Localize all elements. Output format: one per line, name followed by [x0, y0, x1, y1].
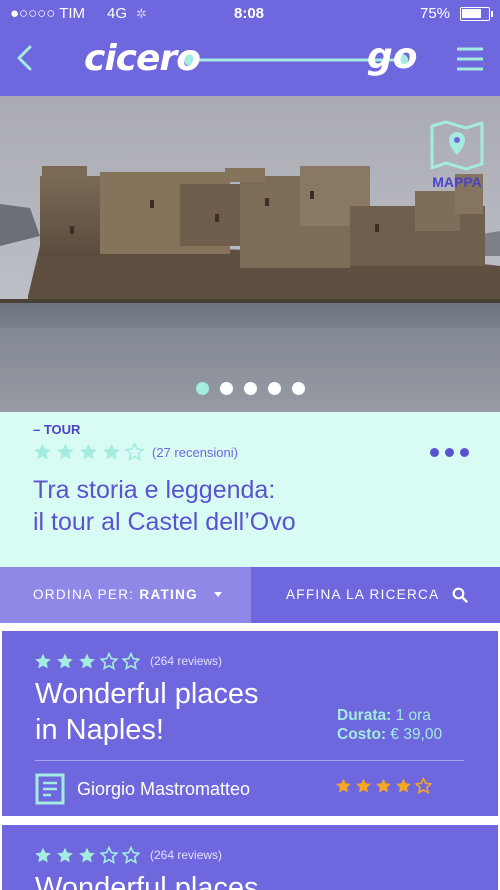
card-title-line-1: Wonderful places: [35, 872, 259, 890]
carousel-dot-1[interactable]: [196, 382, 209, 395]
star-filled-icon: [34, 443, 51, 460]
tour-info-panel: – TOUR (27 recensioni) Tra storia e legg…: [0, 412, 500, 567]
star-filled-icon: [79, 653, 95, 669]
map-label: MAPPA: [432, 174, 482, 190]
card-rating: [34, 651, 141, 672]
star-filled-icon: [376, 778, 391, 793]
card-title-line-1: Wonderful places: [35, 678, 259, 710]
chevron-left-icon[interactable]: [10, 40, 42, 76]
star-filled-icon: [396, 778, 411, 793]
star-empty-icon: [99, 651, 119, 670]
tour-tag: – TOUR: [33, 422, 81, 437]
document-icon: [35, 773, 65, 805]
map-button[interactable]: MAPPA: [420, 120, 494, 192]
author-rating: [335, 776, 433, 795]
tour-rating: [33, 441, 145, 464]
star-filled-icon: [79, 847, 95, 863]
star-filled-icon: [35, 653, 51, 669]
star-filled-icon: [57, 847, 73, 863]
author-name[interactable]: Giorgio Mastromatteo: [77, 779, 250, 800]
card-rating: [34, 845, 141, 866]
more-options-icon[interactable]: [428, 446, 472, 458]
star-filled-icon: [103, 443, 120, 460]
star-empty-icon: [99, 845, 119, 864]
sort-dropdown[interactable]: ORDINA PER: RATING: [0, 567, 251, 623]
app-logo: cicero go: [84, 36, 424, 86]
card-reviews-count: (264 reviews): [150, 848, 223, 862]
star-filled-icon: [336, 778, 351, 793]
cost-value: € 39,00: [390, 726, 443, 743]
cost-row: Costo: € 39,00: [337, 725, 442, 744]
carousel-dot-2[interactable]: [220, 382, 233, 395]
tour-title-line-2: il tour al Castel dell’Ovo: [33, 508, 296, 536]
map-pin-icon: [430, 120, 484, 171]
refine-search-button[interactable]: AFFINA LA RICERCA: [251, 567, 500, 623]
search-icon: [452, 587, 468, 603]
filter-bar: ORDINA PER: RATING AFFINA LA RICERCA: [0, 567, 500, 623]
hero-image: MAPPA: [0, 96, 500, 412]
tour-reviews-count: (27 recensioni): [152, 445, 238, 460]
clock: 8:08: [234, 5, 265, 22]
sort-value: RATING: [139, 587, 198, 602]
tour-title: Tra storia e leggenda: il tour al Castel…: [33, 474, 473, 538]
star-empty-icon: [121, 651, 141, 670]
sort-label: ORDINA PER: RATING: [33, 587, 198, 602]
star-filled-icon: [57, 443, 74, 460]
refine-label: AFFINA LA RICERCA: [286, 587, 440, 602]
carrier-signal: ●○○○○ TIM: [10, 5, 86, 22]
tour-card[interactable]: (264 reviews) Wonderful places: [2, 825, 498, 890]
card-reviews-count: (264 reviews): [150, 654, 223, 668]
loading-icon: ✲: [136, 6, 147, 21]
chevron-down-icon: [214, 592, 222, 597]
star-empty-icon: [121, 845, 141, 864]
carousel-dot-5[interactable]: [292, 382, 305, 395]
network-type: 4G: [107, 5, 128, 22]
tour-card[interactable]: (264 reviews) Wonderful places in Naples…: [2, 631, 498, 816]
card-title: Wonderful places: [35, 870, 315, 890]
battery-icon: [460, 7, 493, 21]
card-meta: Durata: 1 ora Costo: € 39,00: [337, 706, 442, 744]
duration-row: Durata: 1 ora: [337, 706, 442, 725]
star-empty-icon: [414, 776, 433, 795]
star-filled-icon: [356, 778, 371, 793]
duration-value: 1 ora: [395, 707, 431, 724]
card-title: Wonderful places in Naples!: [35, 676, 315, 748]
hamburger-menu-icon[interactable]: [452, 42, 488, 76]
app-header: ●○○○○ TIM 4G ✲ 8:08 75% cicero go: [0, 0, 500, 96]
star-empty-icon: [124, 441, 145, 461]
tour-title-line-1: Tra storia e leggenda:: [33, 476, 276, 504]
carousel-dot-4[interactable]: [268, 382, 281, 395]
card-title-line-2: in Naples!: [35, 714, 164, 746]
star-filled-icon: [80, 443, 97, 460]
battery-percent: 75%: [420, 5, 451, 22]
duration-label: Durata:: [337, 707, 392, 724]
cost-label: Costo:: [337, 726, 387, 743]
status-bar: ●○○○○ TIM 4G ✲ 8:08 75%: [0, 0, 500, 28]
star-filled-icon: [57, 653, 73, 669]
carousel-dot-3[interactable]: [244, 382, 257, 395]
sort-prefix: ORDINA PER:: [33, 587, 135, 602]
card-divider: [35, 760, 464, 761]
star-filled-icon: [35, 847, 51, 863]
logo-text-left: cicero: [84, 38, 201, 79]
logo-text-right: go: [367, 36, 418, 77]
